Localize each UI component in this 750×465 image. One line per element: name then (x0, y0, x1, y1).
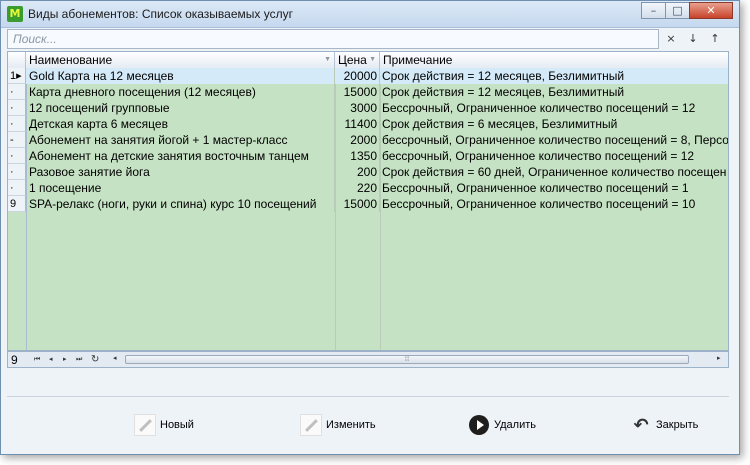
delete-button[interactable]: Удалить (468, 413, 536, 437)
cell-name[interactable]: Карта дневного посещения (12 месяцев) (26, 84, 335, 100)
cell-note[interactable]: Бессрочный, Ограниченное количество посе… (380, 196, 728, 212)
pencil-icon (134, 414, 156, 436)
services-grid[interactable]: Наименование ▼ Цена ▼ Примечание 1▸ Gold … (7, 51, 729, 351)
column-header-price[interactable]: Цена ▼ (335, 52, 380, 68)
row-indicator[interactable]: · (8, 116, 26, 132)
row-indicator[interactable]: 1▸ (8, 68, 26, 84)
window-controls: – □ ✕ (641, 2, 733, 19)
last-record-icon[interactable]: ⏭ (76, 354, 82, 365)
table-row[interactable]: · 1 посещение 220 Бессрочный, Ограниченное … (8, 180, 728, 196)
cell-price[interactable]: 15000 (335, 84, 380, 100)
divider (7, 396, 729, 397)
row-indicator[interactable]: - (8, 132, 26, 148)
cell-price[interactable]: 2000 (335, 132, 380, 148)
scroll-thumb[interactable]: ⦙⦙⦙ (125, 355, 689, 364)
pencil-icon (300, 414, 322, 436)
play-circle-icon (468, 414, 490, 436)
table-row[interactable]: · Карта дневного посещения (12 месяцев) 15… (8, 84, 728, 100)
cell-name[interactable]: 12 посещений групповые (26, 100, 335, 116)
sort-icon: ▼ (369, 56, 376, 63)
first-record-icon[interactable]: ⏮ (34, 354, 40, 365)
title-bar[interactable]: M Виды абонементов: Список оказываемых у… (1, 1, 739, 28)
cell-note[interactable]: Срок действия = 6 месяцев, Безлимитный (380, 116, 728, 132)
row-indicator[interactable]: · (8, 84, 26, 100)
cell-price[interactable]: 20000 (335, 68, 380, 84)
action-bar: Новый Изменить Удалить ↶ Закрыть (1, 401, 739, 451)
table-row[interactable]: · 12 посещений групповые 3000 Бессрочный, О… (8, 100, 728, 116)
table-row[interactable]: 1▸ Gold Карта на 12 месяцев 20000 Срок дейс… (8, 68, 728, 84)
close-button[interactable]: ↶ Закрыть (630, 413, 698, 437)
cell-price[interactable]: 3000 (335, 100, 380, 116)
scroll-left-icon[interactable]: ◂ (113, 354, 117, 362)
thumb-grip: ⦙⦙⦙ (404, 356, 410, 363)
row-indicator[interactable]: · (8, 100, 26, 116)
search-row: Поиск... × ↓ ↑ (7, 29, 729, 49)
sort-icon: ▼ (324, 56, 331, 63)
record-count: 9 (11, 353, 18, 367)
scroll-right-icon[interactable]: ▸ (717, 354, 721, 362)
app-logo-icon: M (7, 6, 23, 22)
close-window-button[interactable]: ✕ (689, 2, 733, 19)
edit-button-label: Изменить (326, 419, 376, 431)
clear-search-icon[interactable]: × (663, 31, 679, 47)
main-window: M Виды абонементов: Список оказываемых у… (0, 0, 740, 455)
row-indicator[interactable]: · (8, 180, 26, 196)
cell-price[interactable]: 200 (335, 164, 380, 180)
column-name-label: Наименование (29, 53, 113, 67)
cell-note[interactable]: Срок действия = 60 дней, Ограниченное ко… (380, 164, 728, 180)
undo-arrow-icon: ↶ (633, 414, 649, 436)
search-prev-icon[interactable]: ↑ (707, 31, 723, 47)
new-button-label: Новый (160, 419, 194, 431)
cell-name[interactable]: Gold Карта на 12 месяцев (26, 68, 335, 84)
column-note-label: Примечание (383, 53, 453, 67)
refresh-icon[interactable]: ↻ (91, 354, 99, 365)
minimize-button[interactable]: – (641, 2, 666, 19)
cell-note[interactable]: Бессрочный, Ограниченное количество посе… (380, 100, 728, 116)
cell-note[interactable]: Бессрочный, Ограниченное количество посе… (380, 180, 728, 196)
cell-price[interactable]: 11400 (335, 116, 380, 132)
cell-note[interactable]: Срок действия = 12 месяцев, Безлимитный (380, 84, 728, 100)
row-indicator[interactable]: · (8, 148, 26, 164)
header-indicator (8, 52, 26, 68)
cell-note[interactable]: Срок действия = 12 месяцев, Безлимитный (380, 68, 728, 84)
table-row[interactable]: - Абонемент на занятия йогой + 1 мастер-к… (8, 132, 728, 148)
cell-name[interactable]: Детская карта 6 месяцев (26, 116, 335, 132)
row-indicator[interactable]: · (8, 164, 26, 180)
column-header-name[interactable]: Наименование ▼ (26, 52, 335, 68)
window-title: Виды абонементов: Список оказываемых усл… (28, 7, 293, 21)
cell-name[interactable]: Абонемент на занятия йогой + 1 мастер-кл… (26, 132, 335, 148)
next-record-icon[interactable]: ▸ (63, 354, 67, 365)
column-price-label: Цена (338, 53, 367, 67)
table-row[interactable]: · Абонемент на детские занятия восточным … (8, 148, 728, 164)
close-button-label: Закрыть (656, 419, 699, 431)
column-header-note[interactable]: Примечание (380, 52, 728, 68)
table-row[interactable]: · Разовое занятие йога 200 Срок действия = … (8, 164, 728, 180)
cell-name[interactable]: 1 посещение (26, 180, 335, 196)
cell-name[interactable]: SPA-релакс (ноги, руки и спина) курс 10 … (26, 196, 335, 212)
cell-note[interactable]: бессрочный, Ограниченное количество посе… (380, 132, 728, 148)
new-button[interactable]: Новый (134, 413, 194, 437)
horizontal-scrollbar[interactable]: ◂ ⦙⦙⦙ ▸ (113, 354, 728, 365)
cell-name[interactable]: Абонемент на детские занятия восточным т… (26, 148, 335, 164)
table-row[interactable]: 9 SPA-релакс (ноги, руки и спина) курс 10… (8, 196, 728, 212)
cell-price[interactable]: 1350 (335, 148, 380, 164)
search-next-icon[interactable]: ↓ (685, 31, 701, 47)
cell-price[interactable]: 220 (335, 180, 380, 196)
row-indicator[interactable]: 9 (8, 196, 26, 212)
table-row[interactable]: · Детская карта 6 месяцев 11400 Срок действ… (8, 116, 728, 132)
delete-button-label: Удалить (494, 419, 536, 431)
cell-price[interactable]: 15000 (335, 196, 380, 212)
search-input[interactable]: Поиск... (7, 29, 659, 49)
maximize-button[interactable]: □ (665, 2, 690, 19)
record-navigator: 9 ⏮ ◂ ▸ ⏭ ↻ ◂ ⦙⦙⦙ ▸ (7, 351, 729, 368)
grid-header: Наименование ▼ Цена ▼ Примечание (8, 52, 728, 69)
edit-button[interactable]: Изменить (300, 413, 376, 437)
prev-record-icon[interactable]: ◂ (49, 354, 53, 365)
cell-note[interactable]: бессрочный, Ограниченное количество посе… (380, 148, 728, 164)
cell-name[interactable]: Разовое занятие йога (26, 164, 335, 180)
